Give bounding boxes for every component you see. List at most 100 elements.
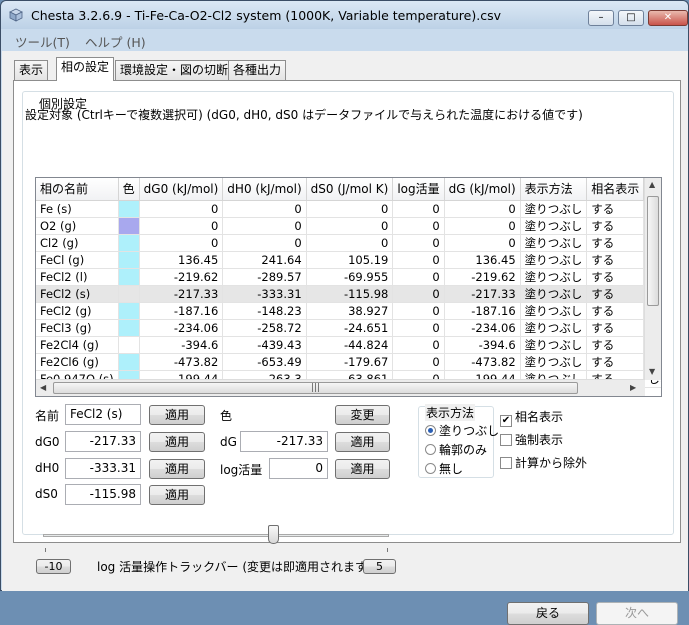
apply-dG-button[interactable]: 適用 [335,432,390,452]
radio-none-icon[interactable] [425,463,436,474]
name-field[interactable]: FeCl2 (s) [65,404,141,425]
title-bar[interactable]: Chesta 3.2.6.9 - Ti-Fe-Ca-O2-Cl2 system … [1,1,688,29]
checkbox-force-display[interactable]: 強制表示 [500,431,563,448]
next-button[interactable]: 次へ [596,602,678,625]
cell-dG[interactable]: -234.06 [444,319,521,337]
cell-name-display[interactable]: する [586,353,645,371]
col-header-name-display[interactable]: 相名表示 [586,178,645,201]
cell-dH0[interactable]: -439.43 [222,336,307,354]
table-horizontal-scrollbar[interactable]: ◀ ||| ▶ [36,379,645,396]
cell-log-activity[interactable]: 0 [392,353,445,371]
dH0-field[interactable]: -333.31 [65,458,141,479]
col-header-dH0[interactable]: dH0 (kJ/mol) [222,178,307,201]
trackbar-thumb[interactable] [267,525,279,544]
cell-color[interactable] [118,285,140,303]
dS0-field[interactable]: -115.98 [65,484,141,505]
cell-log-activity[interactable]: 0 [392,285,445,303]
change-color-button[interactable]: 変更 [335,405,390,425]
cell-name-display[interactable]: する [586,285,645,303]
minimize-button[interactable]: – [588,10,614,26]
cell-log-activity[interactable]: 0 [392,234,445,252]
cell-dS0[interactable]: 0 [306,234,394,252]
cell-color[interactable] [118,353,140,371]
cell-dS0[interactable]: 38.927 [306,302,394,320]
cell-log-activity[interactable]: 0 [392,268,445,286]
cell-dG[interactable]: 136.45 [444,251,521,269]
cell-dG[interactable]: 0 [444,234,521,252]
table-row[interactable]: Fe2Cl4 (g) -394.6 -439.43 -44.824 0 -394.6 塗りつ… [36,336,661,354]
cell-dH0[interactable]: -653.49 [222,353,307,371]
apply-dS0-button[interactable]: 適用 [149,485,205,505]
col-header-name[interactable]: 相の名前 [36,178,119,201]
table-row[interactable]: Cl2 (g)00000塗りつぶしするしな [36,234,661,252]
cell-dH0[interactable]: -148.23 [222,302,307,320]
cell-dH0[interactable]: -333.31 [222,285,307,303]
cell-dS0[interactable]: -24.651 [306,319,394,337]
cell-log-activity[interactable]: 0 [392,217,445,235]
cell-name[interactable]: FeCl3 (g) [36,319,119,337]
col-header-log-activity[interactable]: log活量 [392,178,445,201]
col-header-display-mode[interactable]: 表示方法 [520,178,588,201]
cell-color[interactable] [118,251,140,269]
scroll-left-arrow-icon[interactable]: ◀ [40,383,46,392]
close-button[interactable]: ✕ [648,10,688,26]
col-header-color[interactable]: 色 [118,178,140,201]
checkbox-unchecked-icon[interactable] [500,457,512,469]
cell-dG[interactable]: 0 [444,200,521,218]
cell-dS0[interactable]: -115.98 [306,285,394,303]
cell-log-activity[interactable]: 0 [392,200,445,218]
cell-name[interactable]: O2 (g) [36,217,119,235]
cell-dG0[interactable]: 0 [139,234,224,252]
checkbox-exclude-calc[interactable]: 計算から除外 [500,454,587,471]
cell-dG0[interactable]: 0 [139,200,224,218]
cell-color[interactable] [118,336,140,354]
cell-name[interactable]: Fe2Cl4 (g) [36,336,119,354]
cell-dS0[interactable]: 105.19 [306,251,394,269]
cell-display-mode[interactable]: 塗りつぶし [520,217,588,235]
table-row[interactable]: FeCl3 (g) -234.06 -258.72 -24.651 0 -234.06 塗り… [36,319,661,337]
cell-dS0[interactable]: -69.955 [306,268,394,286]
cell-dG[interactable]: -473.82 [444,353,521,371]
col-header-dG[interactable]: dG (kJ/mol) [444,178,521,201]
menu-tools[interactable]: ツール(T) [15,32,70,51]
cell-dG0[interactable]: -394.6 [139,336,224,354]
checkbox-show-name[interactable]: ✔ 相名表示 [500,408,563,427]
apply-dG0-button[interactable]: 適用 [149,432,205,452]
tab-phase-settings[interactable]: 相の設定 [56,57,115,81]
cell-dS0[interactable]: -44.824 [306,336,394,354]
cell-dG[interactable]: -187.16 [444,302,521,320]
cell-name[interactable]: FeCl2 (g) [36,302,119,320]
apply-log-activity-button[interactable]: 適用 [335,459,390,479]
cell-dS0[interactable]: 0 [306,217,394,235]
cell-color[interactable] [118,268,140,286]
tab-output[interactable]: 各種出力 [228,60,287,80]
cell-dH0[interactable]: -289.57 [222,268,307,286]
col-header-dG0[interactable]: dG0 (kJ/mol) [139,178,224,201]
menu-help[interactable]: ヘルプ (H) [85,32,146,51]
cell-name[interactable]: FeCl2 (s) [36,285,119,303]
horizontal-scroll-thumb[interactable]: ||| [53,382,578,394]
cell-dG[interactable]: 0 [444,217,521,235]
cell-name-display[interactable]: する [586,217,645,235]
checkbox-unchecked-icon[interactable] [500,434,512,446]
cell-display-mode[interactable]: 塗りつぶし [520,251,588,269]
apply-dH0-button[interactable]: 適用 [149,459,205,479]
cell-display-mode[interactable]: 塗りつぶし [520,200,588,218]
cell-display-mode[interactable]: 塗りつぶし [520,353,588,371]
scroll-down-arrow-icon[interactable]: ▼ [649,367,655,376]
cell-name[interactable]: Fe (s) [36,200,119,218]
col-header-dS0[interactable]: dS0 (J/mol K) [306,178,394,201]
cell-dG0[interactable]: 0 [139,217,224,235]
cell-dG0[interactable]: -217.33 [139,285,224,303]
table-row[interactable]: O2 (g)00000塗りつぶしするしな [36,217,661,235]
cell-name[interactable]: FeCl (g) [36,251,119,269]
cell-color[interactable] [118,200,140,218]
cell-dH0[interactable]: 0 [222,217,307,235]
back-button[interactable]: 戻る [507,602,589,625]
cell-color[interactable] [118,319,140,337]
table-vertical-scrollbar[interactable]: ▲ ▼ [644,178,661,380]
table-row[interactable]: FeCl2 (g) -187.16 -148.23 38.927 0 -187.16 塗りつ… [36,302,661,320]
cell-name[interactable]: Cl2 (g) [36,234,119,252]
cell-name-display[interactable]: する [586,251,645,269]
cell-name[interactable]: Fe2Cl6 (g) [36,353,119,371]
